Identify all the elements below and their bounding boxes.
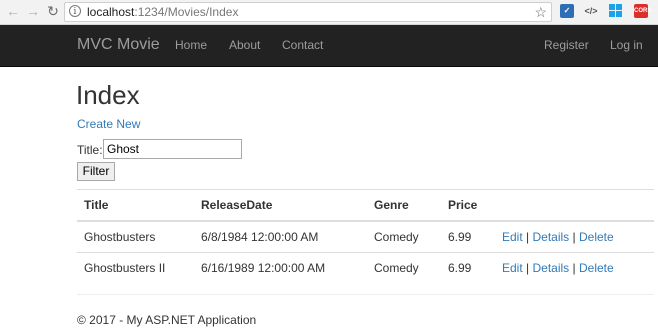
info-icon[interactable]: i [69,5,81,17]
footer-divider [77,294,654,295]
site-navbar: MVC Movie Home About Contact Register Lo… [0,25,658,67]
url-text[interactable]: localhost:1234/Movies/Index [87,4,238,20]
shield-icon[interactable]: ✓ [560,4,574,18]
action-separator: | [572,230,576,244]
details-link[interactable]: Details [533,230,570,244]
brand-link[interactable]: MVC Movie [77,36,160,54]
address-bar[interactable]: i localhost:1234/Movies/Index ☆ [64,2,552,22]
forward-icon[interactable]: → [24,2,42,20]
cell-actions: Edit | Details | Delete [495,220,654,253]
nav-contact[interactable]: Contact [282,38,323,52]
action-separator: | [526,261,530,275]
header-genre: Genre [367,189,441,221]
footer-text: © 2017 - My ASP.NET Application [77,313,257,327]
delete-link[interactable]: Delete [579,230,614,244]
table-row: Ghostbusters II 6/16/1989 12:00:00 AM Co… [77,252,654,283]
edit-link[interactable]: Edit [502,230,523,244]
cors-icon[interactable]: CORS [634,4,651,18]
header-actions [495,189,654,221]
table-header-row: Title ReleaseDate Genre Price [77,189,654,221]
details-link[interactable]: Details [533,261,570,275]
header-title: Title [77,189,194,221]
cell-release-date: 6/8/1984 12:00:00 AM [194,220,367,253]
nav-login[interactable]: Log in [610,38,643,52]
cell-price: 6.99 [441,252,495,283]
browser-toolbar: ← → ↻ i localhost:1234/Movies/Index ☆ ✓ … [0,0,658,25]
header-price: Price [441,189,495,221]
filter-button[interactable]: Filter [77,162,115,181]
action-separator: | [572,261,576,275]
table-row: Ghostbusters 6/8/1984 12:00:00 AM Comedy… [77,220,654,253]
back-icon[interactable]: ← [4,2,22,20]
cell-title: Ghostbusters II [77,252,194,283]
cell-price: 6.99 [441,220,495,253]
title-filter-input[interactable] [103,139,242,159]
nav-home[interactable]: Home [175,38,207,52]
cell-genre: Comedy [367,252,441,283]
bookmark-star-icon[interactable]: ☆ [534,3,547,21]
windows-icon[interactable] [609,4,623,18]
action-separator: | [526,230,530,244]
code-icon[interactable]: </> [584,4,598,18]
create-new-link[interactable]: Create New [77,117,140,131]
page-title: Index [76,80,140,110]
movies-table: Title ReleaseDate Genre Price Ghostbuste… [77,189,654,283]
cell-genre: Comedy [367,220,441,253]
nav-about[interactable]: About [229,38,260,52]
edit-link[interactable]: Edit [502,261,523,275]
nav-register[interactable]: Register [544,38,589,52]
header-release-date: ReleaseDate [194,189,367,221]
reload-icon[interactable]: ↻ [44,2,62,20]
cell-actions: Edit | Details | Delete [495,252,654,283]
title-filter-label: Title: [77,143,103,157]
cell-release-date: 6/16/1989 12:00:00 AM [194,252,367,283]
delete-link[interactable]: Delete [579,261,614,275]
cell-title: Ghostbusters [77,220,194,253]
